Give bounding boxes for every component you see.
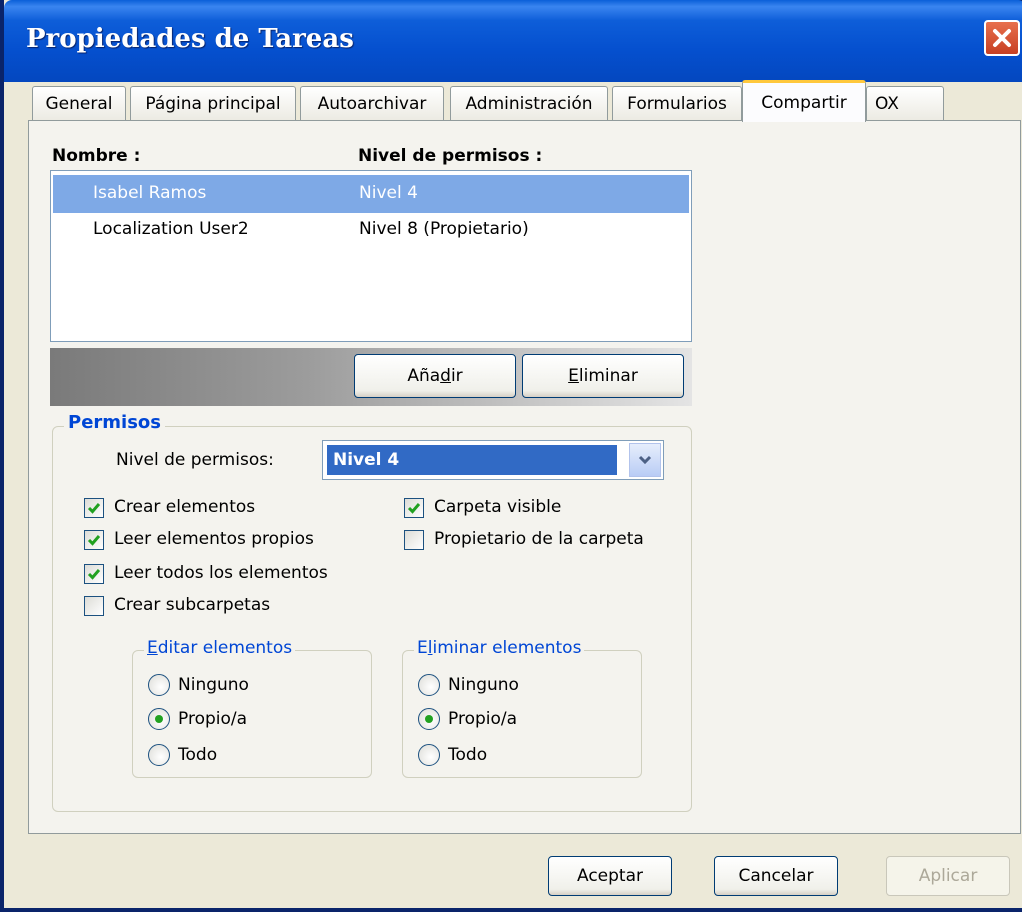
edit-items-legend-text: ditar elementos xyxy=(157,638,293,658)
chevron-down-icon xyxy=(638,455,652,465)
edit-items-legend: Editar elementos xyxy=(144,638,296,658)
edit-own-radio[interactable] xyxy=(148,708,170,730)
ok-button[interactable]: Aceptar xyxy=(548,856,672,896)
apply-button[interactable]: Aplicar xyxy=(886,856,1010,896)
tab-general[interactable]: General xyxy=(32,86,126,120)
add-button-label: Aña xyxy=(407,366,441,386)
close-icon xyxy=(993,29,1011,47)
edit-own-label: Propio/a xyxy=(178,709,248,729)
read-all-items-label: Leer todos los elementos xyxy=(114,563,328,583)
create-items-label: Crear elementos xyxy=(114,497,256,517)
edit-none-radio[interactable] xyxy=(148,674,170,696)
read-all-items-checkbox[interactable] xyxy=(84,564,104,584)
folder-owner-checkbox[interactable] xyxy=(404,530,424,550)
delete-none-label: Ninguno xyxy=(448,675,519,695)
radio-selected-dot xyxy=(155,715,163,723)
radio-selected-dot xyxy=(425,715,433,723)
checkmark-icon xyxy=(407,503,421,514)
tab-administracion[interactable]: Administración xyxy=(450,86,608,120)
create-subfolders-checkbox[interactable] xyxy=(84,596,104,616)
user-level: Nivel 8 (Propietario) xyxy=(359,219,529,239)
tab-compartir[interactable]: Compartir xyxy=(742,80,866,122)
column-header-level: Nivel de permisos : xyxy=(358,146,543,166)
delete-all-radio[interactable] xyxy=(418,744,440,766)
checkmark-icon xyxy=(87,569,101,580)
read-own-items-label: Leer elementos propios xyxy=(114,529,314,549)
edit-none-label: Ninguno xyxy=(178,675,249,695)
user-name: Localization User2 xyxy=(93,219,249,239)
tab-pagina-principal[interactable]: Página principal xyxy=(130,86,296,120)
tab-ox[interactable]: OX xyxy=(866,86,944,120)
edit-all-label: Todo xyxy=(178,745,218,765)
delete-none-radio[interactable] xyxy=(418,674,440,696)
permissions-group-legend: Permisos xyxy=(64,412,165,433)
permission-level-value: Nivel 4 xyxy=(327,445,617,475)
window-title: Propiedades de Tareas xyxy=(26,24,354,54)
add-button-label-end: ir xyxy=(450,366,463,386)
cancel-button[interactable]: Cancelar xyxy=(714,856,838,896)
permissions-user-list[interactable]: Isabel Ramos Nivel 4 Localization User2 … xyxy=(50,170,692,342)
column-header-name: Nombre : xyxy=(52,146,141,166)
user-name: Isabel Ramos xyxy=(93,183,207,203)
list-item[interactable]: Localization User2 Nivel 8 (Propietario) xyxy=(53,211,689,249)
read-own-items-checkbox[interactable] xyxy=(84,530,104,550)
permission-level-select[interactable]: Nivel 4 xyxy=(322,440,664,480)
checkmark-icon xyxy=(87,503,101,514)
list-item[interactable]: Isabel Ramos Nivel 4 xyxy=(53,175,689,213)
delete-items-legend: Eliminar elementos xyxy=(414,638,585,658)
tab-formularios[interactable]: Formularios xyxy=(612,86,742,120)
folder-visible-checkbox[interactable] xyxy=(404,498,424,518)
remove-button[interactable]: Eliminar xyxy=(522,354,684,398)
close-button[interactable] xyxy=(984,20,1020,56)
title-bar[interactable]: Propiedades de Tareas xyxy=(4,0,1022,82)
add-button[interactable]: Aña d ir xyxy=(354,354,516,398)
remove-button-accesskey: E xyxy=(568,366,579,386)
folder-owner-label: Propietario de la carpeta xyxy=(434,529,644,549)
remove-button-label: liminar xyxy=(578,366,638,386)
create-subfolders-label: Crear subcarpetas xyxy=(114,595,271,615)
edit-all-radio[interactable] xyxy=(148,744,170,766)
permission-level-label: Nivel de permisos: xyxy=(116,450,274,470)
create-items-checkbox[interactable] xyxy=(84,498,104,518)
folder-visible-label: Carpeta visible xyxy=(434,497,562,517)
add-button-accesskey: d xyxy=(440,366,451,386)
tab-autoarchivar[interactable]: Autoarchivar xyxy=(300,86,444,120)
edit-items-accesskey: E xyxy=(147,638,158,658)
user-level: Nivel 4 xyxy=(359,183,418,203)
delete-all-label: Todo xyxy=(448,745,488,765)
delete-own-label: Propio/a xyxy=(448,709,518,729)
dropdown-button[interactable] xyxy=(629,443,661,477)
delete-items-legend-start: E xyxy=(417,638,428,658)
checkmark-icon xyxy=(87,535,101,546)
delete-own-radio[interactable] xyxy=(418,708,440,730)
delete-items-legend-text: iminar elementos xyxy=(432,638,582,658)
